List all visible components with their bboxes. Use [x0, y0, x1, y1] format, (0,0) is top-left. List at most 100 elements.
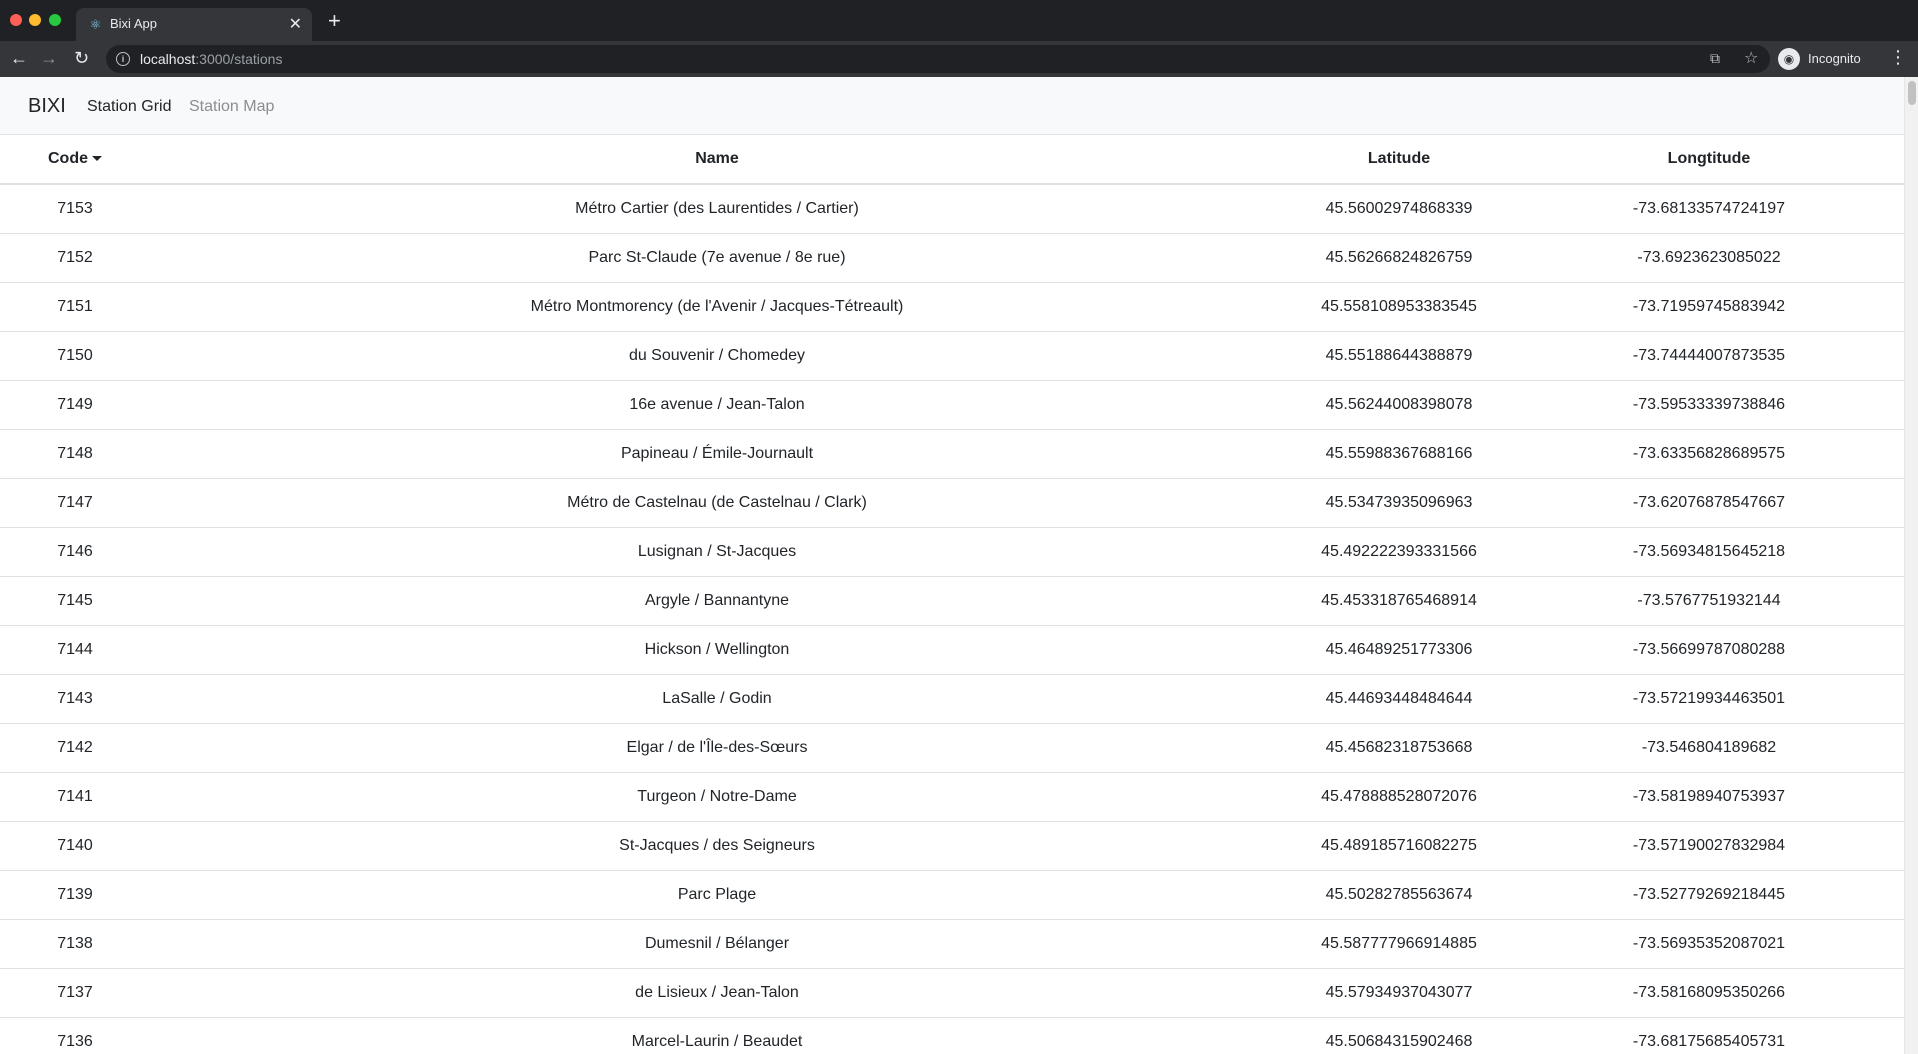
site-info-icon[interactable]: i [116, 52, 130, 66]
translate-icon[interactable]: ⧉ [1710, 50, 1720, 67]
cell-code: 7144 [0, 625, 150, 675]
cell-longitude: -73.74444007873535 [1514, 331, 1904, 381]
table-row: 7147 Métro de Castelnau (de Castelnau / C… [0, 478, 1904, 528]
cell-code: 7147 [0, 478, 150, 528]
browser-tab[interactable]: ⚛ Bixi App ✕ [76, 8, 312, 41]
address-bar[interactable]: i localhost:3000/stations ⧉ ☆ [106, 45, 1770, 73]
column-header-longitude[interactable]: Longtitude [1514, 134, 1904, 185]
cell-longitude: -73.58198940753937 [1514, 772, 1904, 822]
close-window-button[interactable] [10, 14, 22, 26]
cell-code: 7151 [0, 282, 150, 332]
page-content: BIXI Station Grid Station Map Code Name … [0, 77, 1904, 1054]
cell-latitude: 45.46489251773306 [1284, 625, 1514, 675]
cell-name: Lusignan / St-Jacques [150, 527, 1284, 577]
table-row: 7148 Papineau / Émile-Journault 45.5598836… [0, 429, 1904, 479]
cell-code: 7139 [0, 870, 150, 920]
cell-code: 7149 [0, 380, 150, 430]
table-row: 7152 Parc St-Claude (7e avenue / 8e rue) 4… [0, 233, 1904, 283]
cell-name: Papineau / Émile-Journault [150, 429, 1284, 479]
table-row: 7149 16e avenue / Jean-Talon 45.5624400839… [0, 380, 1904, 430]
back-arrow-icon[interactable]: ← [10, 47, 28, 69]
cell-latitude: 45.44693448484644 [1284, 674, 1514, 724]
cell-latitude: 45.57934937043077 [1284, 968, 1514, 1018]
cell-name: Parc Plage [150, 870, 1284, 920]
table-row: 7145 Argyle / Bannantyne 45.45331876546891… [0, 576, 1904, 626]
incognito-label: Incognito [1808, 51, 1861, 66]
cell-longitude: -73.59533339738846 [1514, 380, 1904, 430]
column-header-code[interactable]: Code [0, 134, 150, 185]
table-row: 7141 Turgeon / Notre-Dame 45.4788885280720… [0, 772, 1904, 822]
navbar-brand[interactable]: BIXI [28, 95, 66, 118]
cell-name: Turgeon / Notre-Dame [150, 772, 1284, 822]
cell-name: Métro Cartier (des Laurentides / Cartier… [150, 183, 1284, 234]
cell-latitude: 45.50684315902468 [1284, 1017, 1514, 1054]
cell-name: Marcel-Laurin / Beaudet [150, 1017, 1284, 1054]
nav-link-station-grid[interactable]: Station Grid [87, 98, 171, 116]
table-row: 7144 Hickson / Wellington 45.4648925177330… [0, 625, 1904, 675]
column-header-code-label: Code [48, 149, 88, 167]
nav-link-station-map[interactable]: Station Map [189, 98, 274, 116]
forward-arrow-icon[interactable]: → [40, 47, 58, 69]
cell-code: 7137 [0, 968, 150, 1018]
minimize-window-button[interactable] [29, 14, 41, 26]
new-tab-button[interactable]: + [328, 10, 341, 32]
cell-name: Métro de Castelnau (de Castelnau / Clark… [150, 478, 1284, 528]
table-row: 7142 Elgar / de l'Île-des-Sœurs 45.4568231… [0, 723, 1904, 773]
cell-name: Dumesnil / Bélanger [150, 919, 1284, 969]
column-header-latitude[interactable]: Latitude [1284, 134, 1514, 185]
cell-name: du Souvenir / Chomedey [150, 331, 1284, 381]
close-tab-icon[interactable]: ✕ [289, 14, 302, 34]
cell-latitude: 45.50282785563674 [1284, 870, 1514, 920]
url-text[interactable]: localhost:3000/stations [140, 51, 282, 67]
cell-code: 7142 [0, 723, 150, 773]
sort-desc-caret-icon [92, 155, 102, 161]
cell-code: 7146 [0, 527, 150, 577]
reload-icon[interactable]: ↻ [74, 47, 89, 69]
cell-longitude: -73.52779269218445 [1514, 870, 1904, 920]
browser-toolbar: ← → ↻ i localhost:3000/stations ⧉ ☆ ◉ In… [0, 41, 1918, 77]
cell-code: 7136 [0, 1017, 150, 1054]
cell-latitude: 45.56266824826759 [1284, 233, 1514, 283]
cell-latitude: 45.53473935096963 [1284, 478, 1514, 528]
table-row: 7140 St-Jacques / des Seigneurs 45.4891857… [0, 821, 1904, 871]
browser-menu-icon[interactable]: ⋮ [1889, 47, 1907, 68]
table-row: 7136 Marcel-Laurin / Beaudet 45.5068431590… [0, 1017, 1904, 1054]
incognito-icon: ◉ [1778, 48, 1800, 70]
cell-code: 7145 [0, 576, 150, 626]
cell-latitude: 45.558108953383545 [1284, 282, 1514, 332]
cell-latitude: 45.489185716082275 [1284, 821, 1514, 871]
url-host: localhost [140, 51, 196, 67]
cell-latitude: 45.45682318753668 [1284, 723, 1514, 773]
table-row: 7146 Lusignan / St-Jacques 45.492222393331… [0, 527, 1904, 577]
cell-longitude: -73.57219934463501 [1514, 674, 1904, 724]
browser-titlebar: ⚛ Bixi App ✕ + [0, 0, 1918, 41]
cell-code: 7148 [0, 429, 150, 479]
cell-name: Elgar / de l'Île-des-Sœurs [150, 723, 1284, 773]
cell-longitude: -73.57190027832984 [1514, 821, 1904, 871]
bookmark-star-icon[interactable]: ☆ [1744, 48, 1758, 68]
table-header-row: Code Name Latitude Longtitude [0, 134, 1904, 185]
cell-name: Hickson / Wellington [150, 625, 1284, 675]
cell-name: Métro Montmorency (de l'Avenir / Jacques… [150, 282, 1284, 332]
scrollbar-thumb[interactable] [1908, 81, 1916, 105]
page-scrollbar[interactable] [1904, 77, 1918, 1054]
cell-latitude: 45.56244008398078 [1284, 380, 1514, 430]
cell-longitude: -73.56935352087021 [1514, 919, 1904, 969]
cell-code: 7153 [0, 183, 150, 234]
cell-longitude: -73.58168095350266 [1514, 968, 1904, 1018]
table-row: 7153 Métro Cartier (des Laurentides / Car… [0, 183, 1904, 234]
url-path: :3000/stations [195, 51, 283, 67]
maximize-window-button[interactable] [49, 14, 61, 26]
cell-latitude: 45.453318765468914 [1284, 576, 1514, 626]
cell-latitude: 45.492222393331566 [1284, 527, 1514, 577]
cell-longitude: -73.5767751932144 [1514, 576, 1904, 626]
stations-table: Code Name Latitude Longtitude 7153 Métro … [0, 134, 1904, 1054]
cell-name: Parc St-Claude (7e avenue / 8e rue) [150, 233, 1284, 283]
column-header-name[interactable]: Name [150, 134, 1284, 185]
cell-latitude: 45.587777966914885 [1284, 919, 1514, 969]
cell-name: Argyle / Bannantyne [150, 576, 1284, 626]
cell-name: LaSalle / Godin [150, 674, 1284, 724]
cell-longitude: -73.546804189682 [1514, 723, 1904, 773]
table-row: 7139 Parc Plage 45.50282785563674 -73.52779… [0, 870, 1904, 920]
table-row: 7137 de Lisieux / Jean-Talon 45.5793493704… [0, 968, 1904, 1018]
